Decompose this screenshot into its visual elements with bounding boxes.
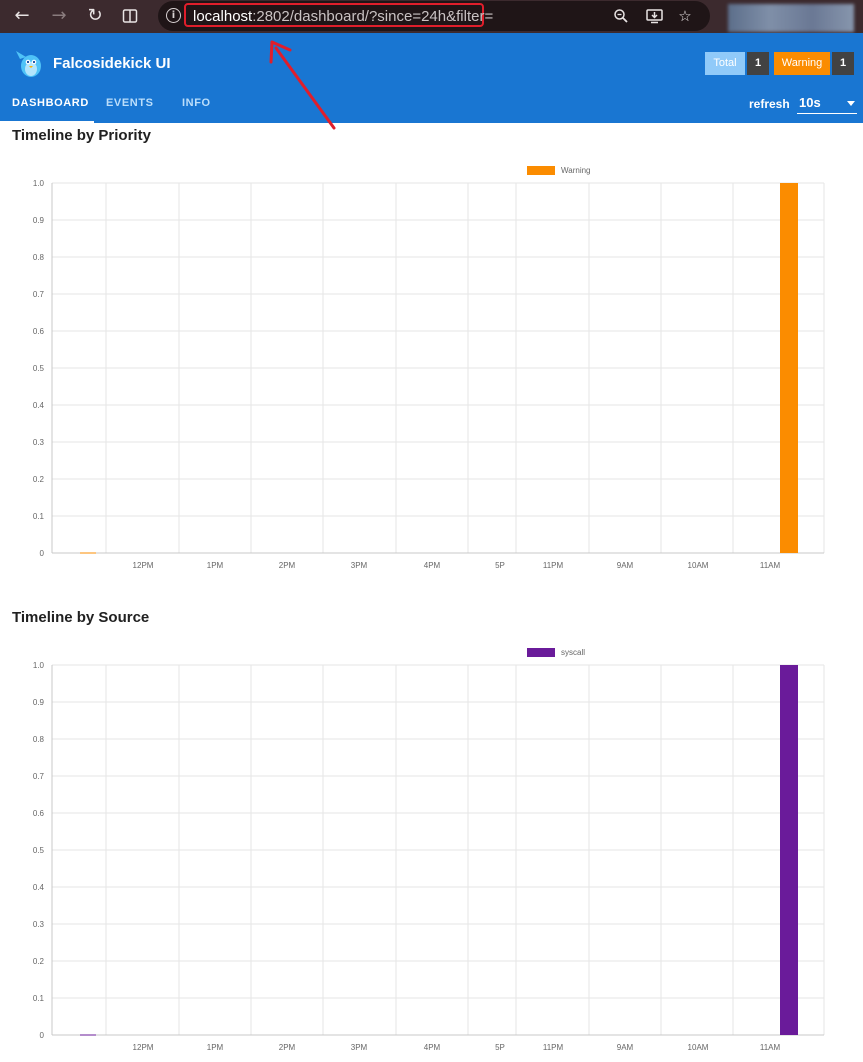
y-tick-label: 1.0 [33,179,45,188]
tab-dashboard[interactable]: DASHBOARD [12,97,89,109]
caret-down-icon [847,101,855,106]
x-tick-label: 10AM [688,1043,709,1052]
y-tick-label: 0.7 [33,290,45,299]
y-tick-label: 0.1 [33,512,45,521]
falco-logo-icon [16,51,41,77]
x-tick-label: 2PM [279,561,296,570]
app-title: Falcosidekick UI [53,55,171,72]
legend-label: syscall [561,648,585,657]
timeline-priority-chart: 0 0.1 0.2 0.3 0.4 0.5 0.6 0.7 0.8 0.9 1.0 12PM 1PM 2P… [33,166,825,570]
y-tick-label: 0.3 [33,438,45,447]
refresh-interval-select[interactable]: 10s [797,93,857,114]
y-tick-label: 0.3 [33,920,45,929]
arrow-left-icon[interactable]: ← [9,4,35,28]
star-icon[interactable]: ☆ [674,6,696,26]
badge-warning-count[interactable]: 1 [832,52,854,75]
x-tick-label: 4PM [424,561,441,570]
url-path: :2802/dashboard/?since=24h&filter= [252,8,494,25]
x-tick-label: 12PM [133,1043,154,1052]
timeline-source-chart: 0 0.1 0.2 0.3 0.4 0.5 0.6 0.7 0.8 0.9 1.0 12PM 1PM 2P… [33,648,825,1052]
reload-icon[interactable]: ↻ [82,4,108,28]
legend-label: Warning [561,166,591,175]
y-tick-label: 0.2 [33,957,45,966]
tab-info[interactable]: INFO [182,97,211,109]
legend-swatch [527,166,555,175]
x-tick-label: 12PM [133,561,154,570]
x-tick-label: 9AM [617,1043,634,1052]
y-tick-label: 0.6 [33,809,45,818]
x-tick-label: 1PM [207,1043,224,1052]
chart-title-priority: Timeline by Priority [12,127,151,144]
y-tick-label: 0.9 [33,698,45,707]
badge-total-count[interactable]: 1 [747,52,769,75]
y-tick-label: 0.4 [33,401,45,410]
x-tick-label: 2PM [279,1043,296,1052]
x-tick-label: 11PM [543,561,564,570]
y-tick-label: 0 [40,549,45,558]
x-tick-label: 1PM [207,561,224,570]
x-tick-label: 5P [495,561,505,570]
app-bar: Falcosidekick UI Total 1 Warning 1 DASHB… [0,33,863,123]
url-host: localhost [193,8,253,25]
y-tick-label: 1.0 [33,661,45,670]
info-icon[interactable]: i [166,8,181,23]
x-tick-label: 10AM [688,561,709,570]
x-tick-label: 11PM [543,1043,564,1052]
install-app-icon[interactable] [643,6,665,26]
x-tick-label: 3PM [351,561,368,570]
chart-title-source: Timeline by Source [12,609,150,626]
y-tick-label: 0.6 [33,327,45,336]
refresh-value: 10s [799,95,821,110]
badge-total-label[interactable]: Total [705,52,745,75]
x-tick-label: 5P [495,1043,505,1052]
x-tick-label: 9AM [617,561,634,570]
y-tick-label: 0.4 [33,883,45,892]
bar [780,183,798,553]
browser-toolbar: ← → ↻ i localhost:2802/dashboard/?since=… [0,0,863,33]
y-tick-label: 0.5 [33,364,45,373]
y-tick-label: 0.9 [33,216,45,225]
x-tick-label: 11AM [760,561,781,570]
x-tick-label: 11AM [760,1043,781,1052]
y-tick-label: 0.1 [33,994,45,1003]
y-tick-label: 0.2 [33,475,45,484]
badge-warning-label[interactable]: Warning [774,52,830,75]
bar [780,665,798,1035]
url-text[interactable]: localhost:2802/dashboard/?since=24h&filt… [193,8,493,25]
y-tick-label: 0 [40,1031,45,1040]
address-bar[interactable]: i localhost:2802/dashboard/?since=24h&fi… [158,1,710,31]
x-tick-label: 3PM [351,1043,368,1052]
arrow-right-icon[interactable]: → [46,4,72,28]
y-tick-label: 0.5 [33,846,45,855]
split-view-icon[interactable] [117,4,143,28]
legend-swatch [527,648,555,657]
tab-events[interactable]: EVENTS [106,97,154,109]
y-tick-label: 0.8 [33,253,45,262]
y-tick-label: 0.8 [33,735,45,744]
refresh-label: refresh [749,97,790,111]
profile-area[interactable] [728,4,854,32]
zoom-icon[interactable] [610,6,632,26]
x-tick-label: 4PM [424,1043,441,1052]
y-tick-label: 0.7 [33,772,45,781]
active-tab-indicator [0,121,94,123]
